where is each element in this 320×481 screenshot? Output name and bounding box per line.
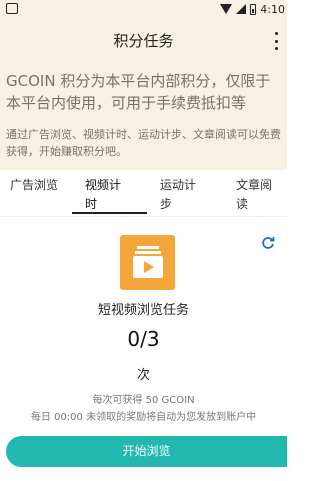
task-progress: 0/3: [127, 327, 160, 351]
task-tabs: 广告浏览 视频计时 运动计步 文章阅读: [0, 172, 287, 217]
info-banner: GCOIN 积分为本平台内部积分，仅限于本平台内使用，可用于手续费抵扣等 通过广…: [0, 62, 287, 170]
signal-icon: [236, 4, 247, 14]
start-browsing-button[interactable]: 开始浏览: [6, 436, 287, 467]
video-icon: [120, 235, 175, 290]
status-bar: 4:10: [0, 0, 287, 18]
page-title: 积分任务: [113, 32, 174, 50]
reward-text: 每次可获得 50 GCOIN: [92, 395, 195, 406]
active-tab-indicator: [72, 212, 147, 214]
task-progress-unit: 次: [136, 368, 150, 383]
tab-video-timing[interactable]: 视频计时: [85, 176, 129, 214]
wifi-icon: [220, 4, 233, 14]
tab-ad-browsing[interactable]: 广告浏览: [10, 176, 70, 195]
notification-app-icon: [6, 3, 18, 14]
tab-step-counting[interactable]: 运动计步: [160, 176, 204, 214]
refresh-icon[interactable]: [261, 236, 275, 250]
more-options-icon[interactable]: [273, 32, 279, 50]
battery-icon: [250, 3, 257, 15]
status-time: 4:10: [260, 2, 285, 16]
app-bar: 积分任务: [0, 18, 287, 62]
task-name: 短视频浏览任务: [97, 303, 189, 318]
tab-article-reading[interactable]: 文章阅读: [236, 176, 280, 214]
auto-payout-note: 每日 00:00 未领取的奖励将自动为您发放到账户中: [30, 412, 257, 423]
banner-description: 通过广告浏览、视频计时、运动计步、文章阅读可以免费获得，开始赚取积分吧。: [6, 128, 281, 158]
banner-headline: GCOIN 积分为本平台内部积分，仅限于本平台内使用，可用于手续费抵扣等: [6, 72, 271, 112]
